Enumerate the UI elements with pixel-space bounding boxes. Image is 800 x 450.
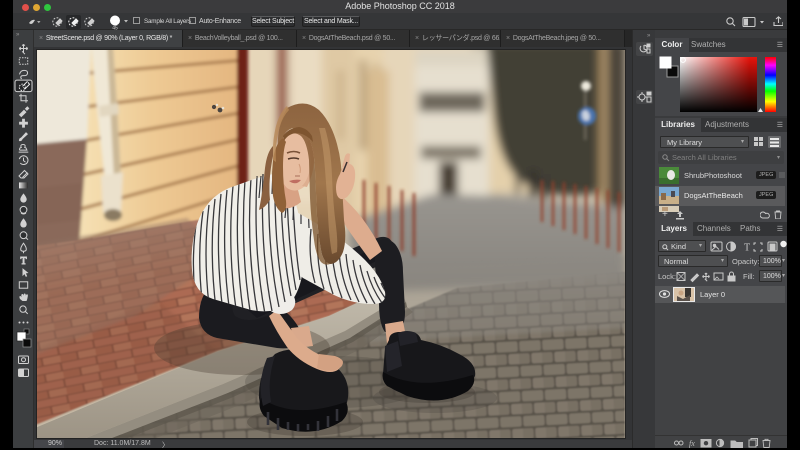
svg-text:»: » bbox=[16, 32, 20, 38]
svg-text:»: » bbox=[647, 33, 651, 39]
svg-text:fx: fx bbox=[689, 439, 695, 448]
svg-text:T: T bbox=[20, 256, 26, 267]
svg-text:T: T bbox=[744, 243, 750, 254]
